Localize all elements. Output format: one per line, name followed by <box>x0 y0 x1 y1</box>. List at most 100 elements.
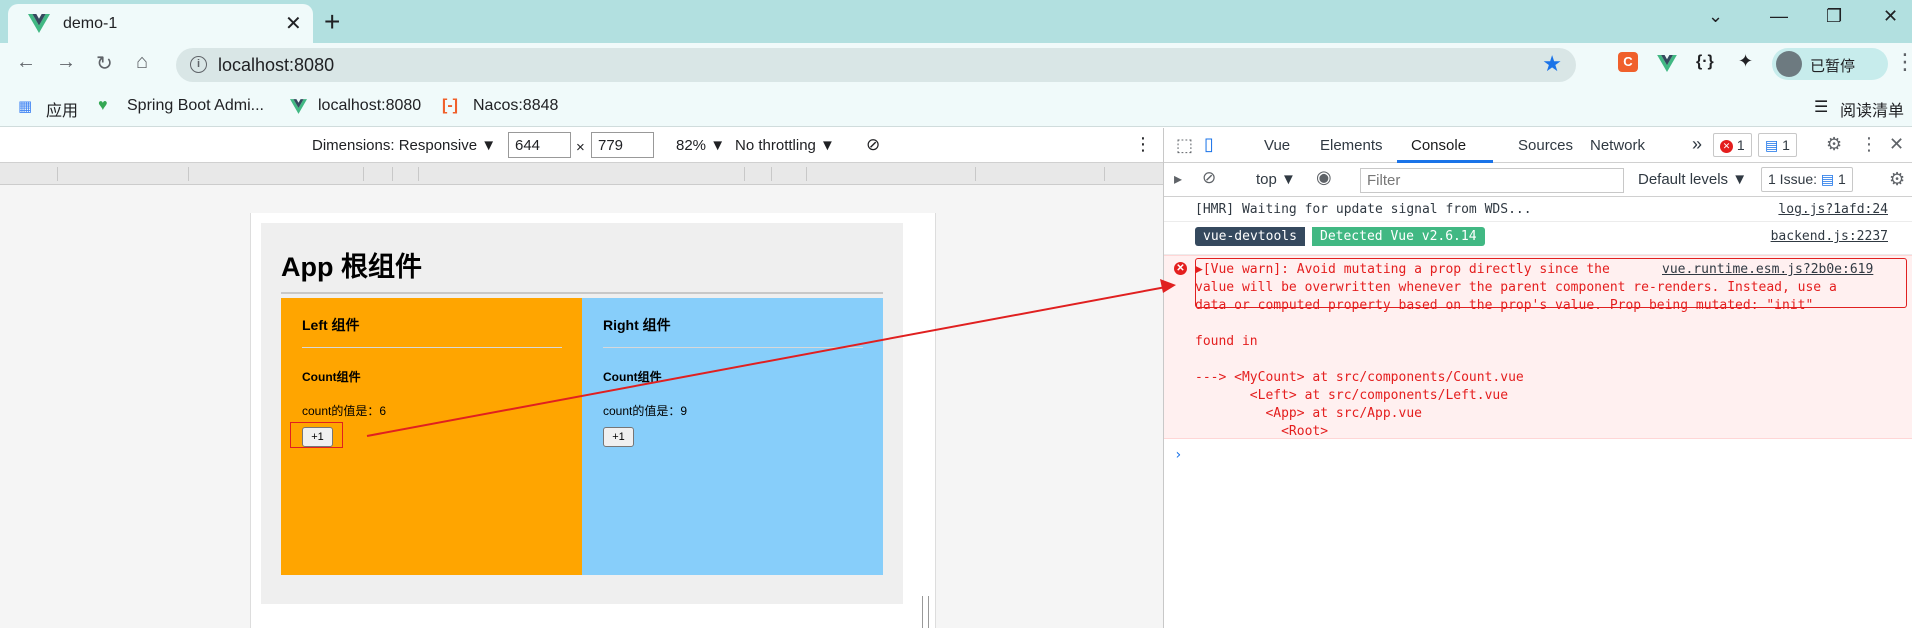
log-levels-select[interactable]: Default levels ▼ <box>1638 171 1747 188</box>
maximize-button[interactable]: ❐ <box>1826 6 1842 27</box>
tab-title: demo-1 <box>63 15 118 32</box>
vue-logo-icon <box>28 14 50 33</box>
right-increment-button[interactable]: +1 <box>603 427 634 447</box>
vue-devtools-extension-icon[interactable] <box>1657 55 1677 72</box>
zoom-select[interactable]: 82% ▼ <box>676 137 725 154</box>
console-filter-bar: ▸ ⊘ top ▼ ◉ Filter Default levels ▼ 1 Is… <box>1164 163 1912 197</box>
issue-icon: ▤ <box>1820 171 1835 187</box>
console-message: vue-devtools Detected Vue v2.6.14 backen… <box>1164 222 1912 255</box>
forward-arrow-icon[interactable]: → <box>56 51 76 74</box>
bookmark-nacos[interactable]: Nacos:8848 <box>473 97 558 115</box>
right-title: Right 组件 <box>603 317 671 333</box>
app-root-component: App 根组件 Left 组件 Count组件 count的值是：6 +1 Ri… <box>261 223 903 604</box>
rotate-icon[interactable]: ⊘ <box>866 135 880 155</box>
console-settings-gear-icon[interactable]: ⚙ <box>1889 169 1905 190</box>
console-filter-input[interactable]: Filter <box>1360 168 1624 193</box>
tab-sources[interactable]: Sources <box>1518 137 1573 154</box>
divider <box>603 347 863 348</box>
viewport-resize-handle[interactable] <box>922 596 929 628</box>
tab-vue[interactable]: Vue <box>1264 137 1290 154</box>
bookmark-spring-boot[interactable]: Spring Boot Admi... <box>127 97 264 115</box>
tab-elements[interactable]: Elements <box>1320 137 1383 154</box>
bookmark-localhost[interactable]: localhost:8080 <box>318 97 421 115</box>
source-link[interactable]: log.js?1afd:24 <box>1778 202 1888 217</box>
minimize-button[interactable]: — <box>1770 6 1788 27</box>
devtools-panel: ⬚ ▯ Vue Elements Console Sources Network… <box>1163 128 1912 628</box>
left-title: Left 组件 <box>302 317 360 333</box>
settings-gear-icon[interactable]: ⚙ <box>1826 134 1842 155</box>
button-highlight-annotation <box>290 422 343 448</box>
viewport-height-input[interactable]: 779 <box>591 132 654 158</box>
browser-menu-icon[interactable]: ⋮ <box>1894 49 1912 75</box>
tab-strip: demo-1 ✕ + ⌄ — ❐ ✕ <box>0 0 1912 43</box>
profile-button[interactable]: 已暂停 <box>1772 48 1888 80</box>
vue-devtools-pill: vue-devtools <box>1195 227 1305 246</box>
message-count-badge[interactable]: ▤ 1 <box>1758 133 1797 157</box>
bookmark-star-icon[interactable]: ★ <box>1542 51 1562 77</box>
throttling-select[interactable]: No throttling ▼ <box>735 137 835 154</box>
divider <box>302 347 562 348</box>
browser-tab[interactable]: demo-1 ✕ <box>8 4 313 43</box>
url-text[interactable]: localhost:8080 <box>218 55 334 76</box>
left-count-value: count的值是：6 <box>302 404 387 418</box>
app-viewport: App 根组件 Left 组件 Count组件 count的值是：6 +1 Ri… <box>250 213 936 628</box>
tab-close-icon[interactable]: ✕ <box>285 11 302 36</box>
back-arrow-icon[interactable]: ← <box>16 51 36 74</box>
spring-boot-icon: ♥ <box>98 97 108 114</box>
site-info-icon[interactable]: i <box>190 56 207 73</box>
tab-network[interactable]: Network <box>1590 137 1645 154</box>
console-output: [HMR] Waiting for update signal from WDS… <box>1164 197 1912 628</box>
bookmark-apps[interactable]: 应用 <box>46 97 78 121</box>
right-component: Right 组件 Count组件 count的值是：9 +1 <box>582 298 883 575</box>
nacos-icon: [-] <box>442 97 458 114</box>
devtools-menu-icon[interactable]: ⋮ <box>1860 134 1878 155</box>
avatar <box>1776 51 1802 77</box>
home-icon[interactable]: ⌂ <box>136 51 148 74</box>
right-count-value: count的值是：9 <box>603 404 688 418</box>
media-query-ruler <box>0 163 1163 185</box>
error-icon: ✕ <box>1720 139 1733 153</box>
context-select[interactable]: top ▼ <box>1256 171 1296 188</box>
reload-icon[interactable]: ↻ <box>96 51 113 76</box>
issues-badge[interactable]: 1 Issue: ▤ 1 <box>1761 167 1853 192</box>
reading-list[interactable]: 阅读清单 <box>1840 97 1904 121</box>
live-expression-eye-icon[interactable]: ◉ <box>1316 167 1332 188</box>
source-link[interactable]: backend.js:2237 <box>1771 229 1888 244</box>
viewport-width-input[interactable]: 644 <box>508 132 571 158</box>
right-count-title: Count组件 <box>603 370 662 384</box>
new-tab-button[interactable]: + <box>324 6 340 38</box>
close-window-button[interactable]: ✕ <box>1883 6 1898 27</box>
console-prompt[interactable]: › <box>1174 447 1182 463</box>
vue-logo-icon <box>290 99 307 114</box>
dimension-separator: × <box>576 139 585 156</box>
left-count-title: Count组件 <box>302 370 361 384</box>
device-toolbar: Dimensions: Responsive ▼ 644 × 779 82% ▼… <box>0 128 1163 163</box>
dimensions-select[interactable]: Dimensions: Responsive ▼ <box>312 137 496 154</box>
page-title: App 根组件 <box>281 252 422 282</box>
more-tabs-icon[interactable]: » <box>1692 134 1702 155</box>
console-error-message: ✕ ▶[Vue warn]: Avoid mutating a prop dir… <box>1164 255 1912 439</box>
detected-vue-pill: Detected Vue v2.6.14 <box>1312 227 1485 246</box>
inspect-element-icon[interactable]: ⬚ <box>1176 135 1193 156</box>
extension-c-icon[interactable]: C <box>1618 52 1638 72</box>
sidebar-toggle-icon[interactable]: ▸ <box>1174 169 1182 189</box>
clear-console-icon[interactable]: ⊘ <box>1202 168 1216 188</box>
bookmarks-bar: ▦ 应用 ♥ Spring Boot Admi... localhost:808… <box>0 87 1912 127</box>
puzzle-extensions-icon[interactable]: ✦ <box>1738 51 1753 72</box>
divider <box>281 292 883 294</box>
tab-search-icon[interactable]: ⌄ <box>1708 6 1723 27</box>
close-devtools-icon[interactable]: ✕ <box>1889 134 1904 155</box>
error-icon: ✕ <box>1174 262 1187 275</box>
json-extension-icon[interactable]: {·} <box>1696 53 1714 71</box>
error-count-badge[interactable]: ✕ 1 <box>1713 133 1752 157</box>
device-toolbar-more-icon[interactable]: ⋮ <box>1134 134 1152 155</box>
devtools-tab-bar: ⬚ ▯ Vue Elements Console Sources Network… <box>1164 128 1912 163</box>
address-bar[interactable]: i localhost:8080 ★ <box>176 48 1576 82</box>
console-message: [HMR] Waiting for update signal from WDS… <box>1164 197 1912 222</box>
source-link[interactable]: vue.runtime.esm.js?2b0e:619 <box>1662 262 1873 277</box>
device-toggle-icon[interactable]: ▯ <box>1204 134 1214 155</box>
tab-console[interactable]: Console <box>1411 137 1466 154</box>
reading-list-icon: ☰ <box>1814 99 1829 116</box>
browser-toolbar: ← → ↻ ⌂ i localhost:8080 ★ C {·} ✦ 已暂停 ⋮ <box>0 43 1912 87</box>
profile-status: 已暂停 <box>1810 58 1856 75</box>
